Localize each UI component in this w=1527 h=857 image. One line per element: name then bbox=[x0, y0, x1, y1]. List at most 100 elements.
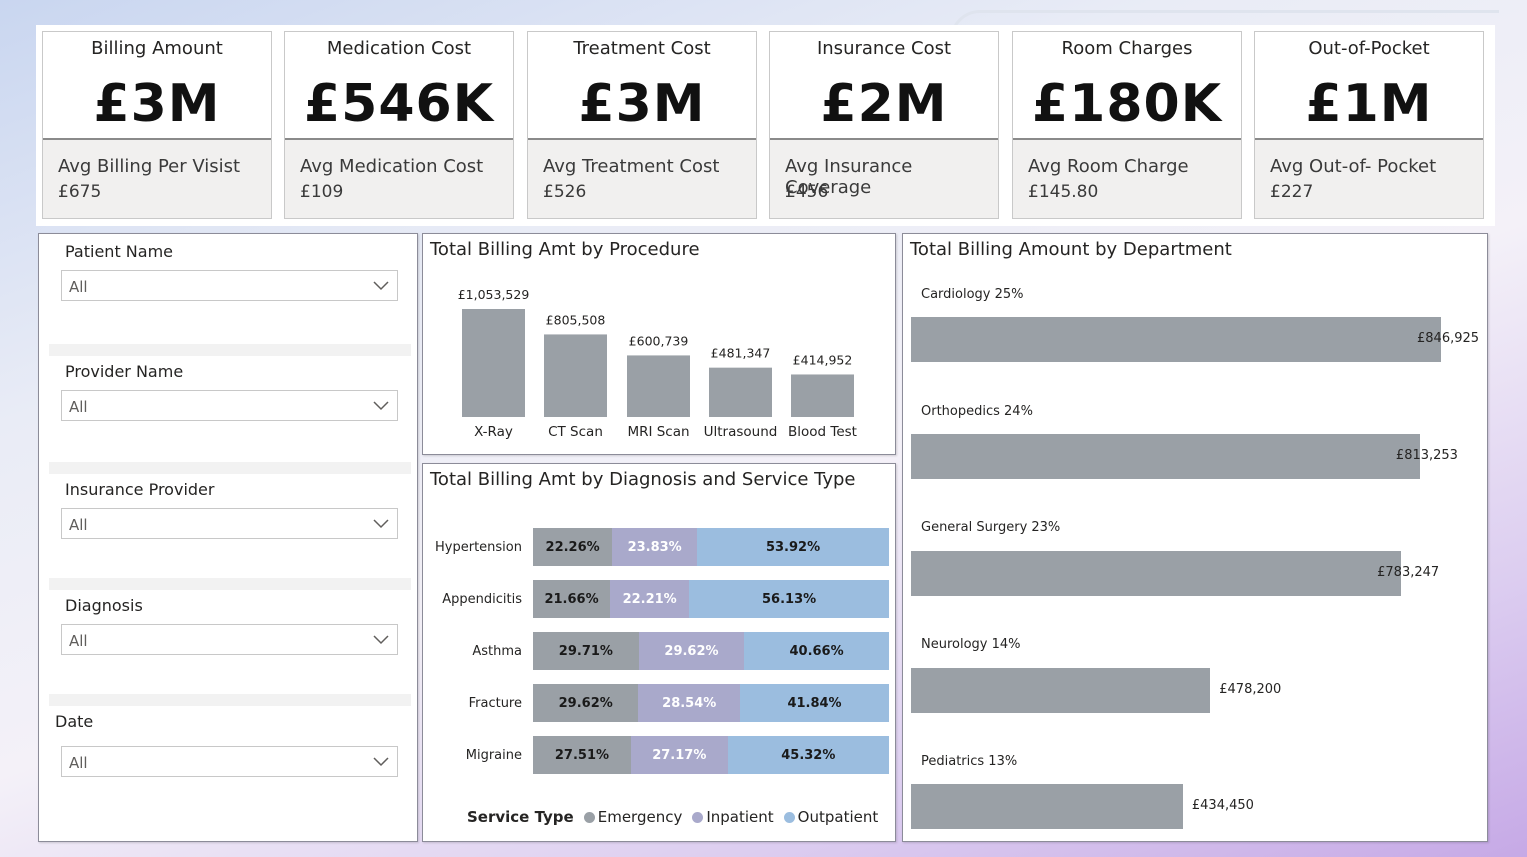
kpi-value: £3M bbox=[578, 74, 706, 134]
stacked-bar-segment-emergency[interactable]: 27.51% bbox=[533, 736, 631, 774]
kpi-sub-label: Avg Medication Cost bbox=[300, 156, 484, 177]
department-category-label: Neurology 14% bbox=[921, 637, 1021, 652]
kpi-title: Medication Cost bbox=[326, 38, 472, 59]
slicer-label: Patient Name bbox=[65, 242, 173, 261]
slicer-value: All bbox=[69, 754, 88, 772]
diagnosis-chart-panel: Total Billing Amt by Diagnosis and Servi… bbox=[422, 463, 896, 842]
chevron-down-icon bbox=[373, 635, 389, 645]
diagnosis-chart-title: Total Billing Amt by Diagnosis and Servi… bbox=[430, 469, 856, 490]
slicer-dropdown[interactable]: All bbox=[61, 508, 398, 539]
filters-panel: Patient Name All Provider Name All Insurance… bbox=[38, 233, 418, 842]
department-bar[interactable] bbox=[911, 317, 1441, 362]
chevron-down-icon bbox=[373, 757, 389, 767]
department-data-label: £846,925 bbox=[1417, 331, 1480, 346]
department-bar[interactable] bbox=[911, 668, 1211, 713]
kpi-value: £546K bbox=[303, 74, 495, 134]
department-category-label: Orthopedics 24% bbox=[921, 404, 1033, 419]
department-category-label: General Surgery 23% bbox=[921, 520, 1061, 535]
kpi-card: Insurance Cost £2M Avg Insurance Coverage £… bbox=[769, 31, 999, 219]
kpi-sub-label: Avg Billing Per Visist bbox=[58, 156, 241, 177]
procedure-bar[interactable] bbox=[791, 374, 854, 417]
stacked-bar-segment-emergency[interactable]: 22.26% bbox=[533, 528, 613, 566]
slicer-label: Provider Name bbox=[65, 362, 184, 381]
legend-label: Outpatient bbox=[797, 808, 879, 826]
procedure-bar[interactable] bbox=[462, 309, 525, 417]
procedure-chart-panel: Total Billing Amt by Procedure £1,053,52… bbox=[422, 233, 896, 455]
procedure-data-label: £805,508 bbox=[546, 312, 606, 327]
legend-item-emergency[interactable]: Emergency bbox=[583, 808, 683, 826]
stacked-bar-segment-inpatient[interactable]: 29.62% bbox=[638, 632, 745, 670]
department-bar[interactable] bbox=[911, 434, 1420, 479]
kpi-value: £1M bbox=[1305, 74, 1433, 134]
kpi-sub-value: £227 bbox=[1270, 182, 1314, 202]
stacked-bar-segment-outpatient[interactable]: 40.66% bbox=[744, 632, 889, 670]
kpi-card: Medication Cost £546K Avg Medication Cost £… bbox=[284, 31, 514, 219]
stacked-bar-segment-outpatient[interactable]: 41.84% bbox=[740, 684, 889, 722]
kpi-main: Out-of-Pocket £1M bbox=[1255, 32, 1483, 140]
service-type-legend: Service Type Emergency Inpatient Outpati… bbox=[467, 808, 882, 826]
procedure-category-label: MRI Scan bbox=[627, 424, 689, 440]
slicer-value: All bbox=[69, 398, 88, 416]
kpi-value: £180K bbox=[1031, 74, 1223, 134]
diagnosis-category-label: Appendicitis bbox=[442, 592, 522, 607]
slicer-dropdown[interactable]: All bbox=[61, 624, 398, 655]
department-chart-title: Total Billing Amount by Department bbox=[910, 239, 1232, 260]
stacked-bar-segment-emergency[interactable]: 29.62% bbox=[533, 684, 639, 722]
department-data-label: £783,247 bbox=[1377, 565, 1440, 580]
slicer-value: All bbox=[69, 516, 88, 534]
department-category-label: Pediatrics 13% bbox=[921, 754, 1018, 769]
department-category-label: Cardiology 25% bbox=[921, 287, 1024, 302]
stacked-bar-segment-inpatient[interactable]: 23.83% bbox=[612, 528, 698, 566]
legend-label: Emergency bbox=[597, 808, 683, 826]
stacked-bar-segment-inpatient[interactable]: 28.54% bbox=[638, 684, 741, 722]
department-bar[interactable] bbox=[911, 784, 1183, 829]
diagnosis-category-label: Asthma bbox=[472, 644, 522, 659]
procedure-data-label: £481,347 bbox=[711, 346, 771, 361]
stacked-bar-segment-inpatient[interactable]: 27.17% bbox=[630, 736, 728, 774]
stacked-bar-segment-outpatient[interactable]: 45.32% bbox=[727, 736, 889, 774]
slicer: Date All bbox=[49, 706, 411, 814]
diagnosis-category-label: Hypertension bbox=[435, 540, 522, 555]
stacked-bar-segment-outpatient[interactable]: 53.92% bbox=[697, 528, 890, 566]
slicer-separator bbox=[49, 694, 411, 706]
procedure-bar[interactable] bbox=[627, 355, 690, 417]
procedure-bar[interactable] bbox=[709, 367, 772, 417]
kpi-sub-value: £675 bbox=[58, 182, 102, 202]
slicer: Diagnosis All bbox=[49, 590, 411, 698]
kpi-title: Billing Amount bbox=[91, 38, 223, 59]
slicer-separator bbox=[49, 462, 411, 474]
procedure-bar[interactable] bbox=[544, 334, 607, 417]
stacked-bar-segment-emergency[interactable]: 29.71% bbox=[533, 632, 639, 670]
diagnosis-category-label: Migraine bbox=[465, 748, 522, 763]
procedure-category-label: Blood Test bbox=[788, 424, 857, 440]
diagnosis-category-label: Fracture bbox=[468, 696, 522, 711]
kpi-secondary: Avg Billing Per Visist £675 bbox=[43, 140, 271, 218]
kpi-sub-value: £456 bbox=[785, 182, 829, 202]
slicer-dropdown[interactable]: All bbox=[61, 746, 398, 777]
slicer-dropdown[interactable]: All bbox=[61, 270, 398, 301]
slicer-label: Diagnosis bbox=[65, 596, 143, 615]
slicer-dropdown[interactable]: All bbox=[61, 390, 398, 421]
procedure-category-label: X-Ray bbox=[474, 424, 513, 440]
legend-item-inpatient[interactable]: Inpatient bbox=[692, 808, 774, 826]
department-bar[interactable] bbox=[911, 551, 1402, 596]
slicer-value: All bbox=[69, 632, 88, 650]
legend-dot bbox=[692, 811, 704, 823]
kpi-strip: Billing Amount £3M Avg Billing Per Visist £… bbox=[36, 25, 1495, 226]
kpi-title: Treatment Cost bbox=[573, 38, 711, 59]
kpi-secondary: Avg Medication Cost £109 bbox=[285, 140, 513, 218]
legend-dot bbox=[583, 811, 595, 823]
kpi-main: Treatment Cost £3M bbox=[528, 32, 756, 140]
kpi-title: Insurance Cost bbox=[816, 38, 952, 59]
kpi-title: Room Charges bbox=[1061, 38, 1193, 59]
legend-item-outpatient[interactable]: Outpatient bbox=[783, 808, 879, 826]
stacked-bar-segment-emergency[interactable]: 21.66% bbox=[533, 580, 611, 618]
kpi-secondary: Avg Room Charge £145.80 bbox=[1013, 140, 1241, 218]
stacked-bar-segment-inpatient[interactable]: 22.21% bbox=[610, 580, 690, 618]
kpi-sub-value: £109 bbox=[300, 182, 344, 202]
legend-dot bbox=[783, 811, 795, 823]
chevron-down-icon bbox=[373, 401, 389, 411]
stacked-bar-segment-outpatient[interactable]: 56.13% bbox=[689, 580, 889, 618]
kpi-main: Room Charges £180K bbox=[1013, 32, 1241, 140]
kpi-sub-label: Avg Room Charge bbox=[1028, 156, 1189, 177]
